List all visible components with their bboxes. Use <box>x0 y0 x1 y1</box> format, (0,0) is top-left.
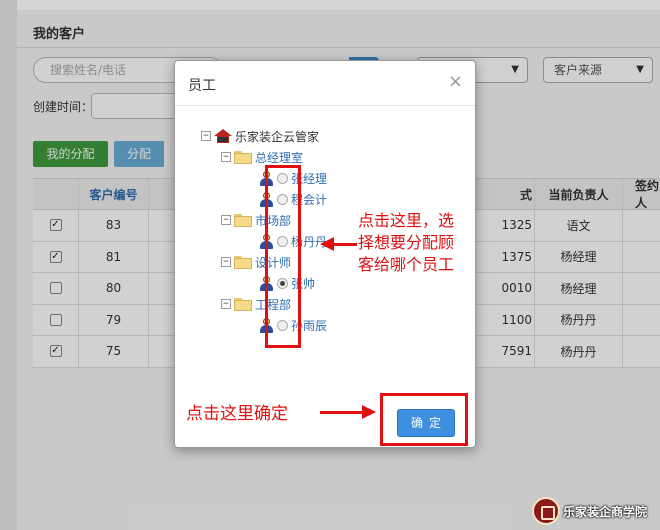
minus-toggle-icon[interactable]: − <box>221 152 231 162</box>
dialog-title: 员工 <box>188 78 216 94</box>
select-hint: 点击这里，选 择想要分配顾 客给哪个员工 <box>358 210 454 276</box>
tree-root[interactable]: − 乐家装企云管家 <box>201 127 319 145</box>
minus-toggle-icon[interactable]: − <box>221 299 231 309</box>
close-icon[interactable]: × <box>448 71 463 92</box>
watermark-text: 乐家装企商学院 <box>563 504 648 519</box>
minus-toggle-icon[interactable]: − <box>201 131 211 141</box>
select-arrow-line <box>333 243 357 246</box>
folder-icon <box>234 150 252 164</box>
folder-icon <box>234 297 252 311</box>
dialog-divider <box>175 105 475 106</box>
tree-department[interactable]: − 总经理室 <box>221 148 303 166</box>
confirm-highlight-box <box>380 393 468 446</box>
confirm-arrow-line <box>320 411 364 414</box>
top-strip <box>17 0 660 10</box>
minus-toggle-icon[interactable]: − <box>221 257 231 267</box>
seal-icon <box>532 497 560 525</box>
confirm-arrow-head <box>362 405 376 419</box>
folder-icon <box>234 255 252 269</box>
minus-toggle-icon[interactable]: − <box>221 215 231 225</box>
tree-node-label: 总经理室 <box>255 150 304 165</box>
staff-highlight-box <box>265 165 301 348</box>
select-hint-line: 客给哪个员工 <box>358 255 455 274</box>
tree-node-label: 乐家装企云管家 <box>235 129 320 144</box>
left-sidebar <box>0 0 17 530</box>
watermark: 乐家装企商学院 <box>532 497 647 525</box>
select-hint-line: 择想要分配顾 <box>358 233 455 252</box>
select-hint-line: 点击这里，选 <box>358 211 455 230</box>
confirm-hint: 点击这里确定 <box>186 404 288 424</box>
folder-icon <box>234 213 252 227</box>
select-arrow-head <box>320 237 334 251</box>
home-icon <box>214 129 232 143</box>
